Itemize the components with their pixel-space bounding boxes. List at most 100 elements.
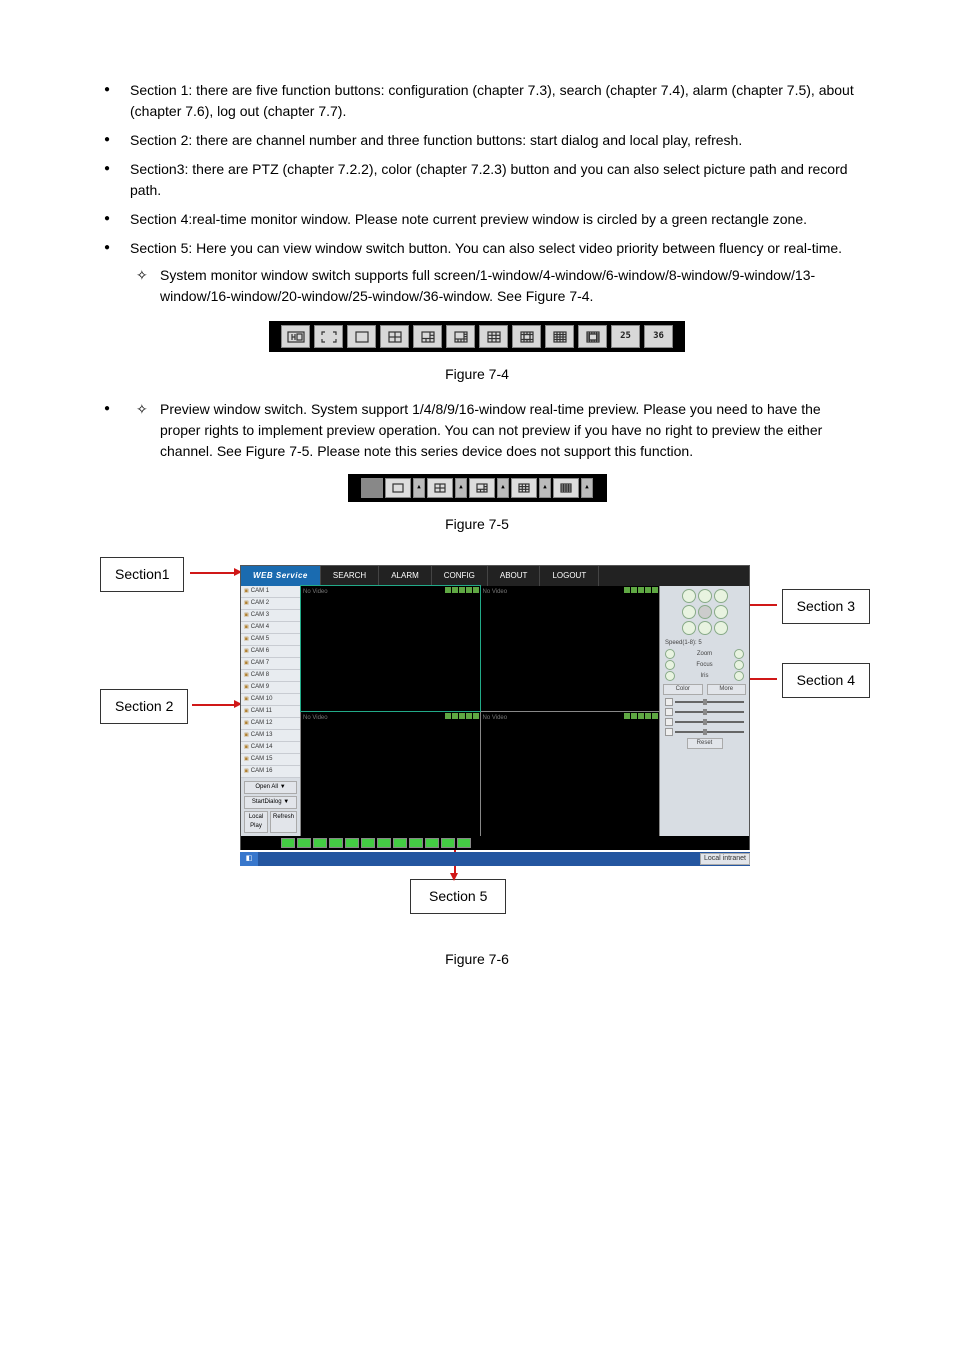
text: System monitor window switch supports fu…	[160, 267, 815, 304]
preview-1-button[interactable]	[385, 478, 411, 498]
cam-item-13[interactable]: CAM 13	[241, 730, 300, 742]
contrast-slider[interactable]	[675, 711, 744, 713]
start-button[interactable]: ◧	[240, 852, 258, 866]
tab-alarm[interactable]: ALARM	[379, 566, 432, 586]
cam-item-11[interactable]: CAM 11	[241, 706, 300, 718]
layout-20-button[interactable]	[578, 325, 607, 348]
label: 36	[653, 330, 664, 344]
ptz-center-button[interactable]	[698, 605, 712, 619]
hd-button[interactable]	[281, 325, 310, 348]
ptz-downright-button[interactable]	[714, 621, 728, 635]
brightness-slider[interactable]	[675, 701, 744, 703]
layout-4-button[interactable]	[380, 325, 409, 348]
cam-item-2[interactable]: CAM 2	[241, 598, 300, 610]
ptz-upleft-button[interactable]	[682, 589, 696, 603]
reset-button[interactable]: Reset	[687, 738, 723, 749]
text: Section 5: Here you can view window swit…	[130, 240, 842, 256]
speed-label: Speed(1-8): 5	[665, 639, 702, 648]
cam-item-4[interactable]: CAM 4	[241, 622, 300, 634]
layout-13-button[interactable]	[512, 325, 541, 348]
tab-config[interactable]: CONFIG	[432, 566, 488, 586]
video-pane-1[interactable]: No Video	[301, 586, 480, 711]
cam-item-6[interactable]: CAM 6	[241, 646, 300, 658]
iris-open-button[interactable]	[665, 671, 675, 681]
text: Section 4:real-time monitor window. Plea…	[130, 211, 807, 227]
bt-layout-9-button[interactable]	[377, 838, 391, 848]
dropdown-4-icon[interactable]: ▴	[455, 478, 467, 498]
cam-item-3[interactable]: CAM 3	[241, 610, 300, 622]
ptz-downleft-button[interactable]	[682, 621, 696, 635]
dropdown-16-icon[interactable]: ▴	[581, 478, 593, 498]
color-tab[interactable]: Color	[663, 684, 703, 695]
fullscreen-button[interactable]	[314, 325, 343, 348]
preview-9-button[interactable]	[511, 478, 537, 498]
dropdown-8-icon[interactable]: ▴	[497, 478, 509, 498]
saturation-slider[interactable]	[675, 721, 744, 723]
cam-item-15[interactable]: CAM 15	[241, 754, 300, 766]
bt-layout-25-button[interactable]	[441, 838, 455, 848]
hue-slider[interactable]	[675, 731, 744, 733]
cam-item-1[interactable]: CAM 1	[241, 586, 300, 598]
layout-8-button[interactable]	[446, 325, 475, 348]
zoom-out-button[interactable]	[734, 649, 744, 659]
preview-16-button[interactable]	[553, 478, 579, 498]
focus-in-button[interactable]	[665, 660, 675, 670]
cam-item-16[interactable]: CAM 16	[241, 766, 300, 778]
ptz-right-button[interactable]	[714, 605, 728, 619]
start-dialog-button[interactable]: StartDialog ▼	[244, 796, 297, 809]
bt-hd-button[interactable]	[281, 838, 295, 848]
preview-4-button[interactable]	[427, 478, 453, 498]
iris-close-button[interactable]	[734, 671, 744, 681]
windows-taskbar: ◧ Local intranet	[240, 852, 750, 866]
focus-out-button[interactable]	[734, 660, 744, 670]
bt-layout-16-button[interactable]	[409, 838, 423, 848]
dropdown-1-icon[interactable]: ▴	[413, 478, 425, 498]
cam-item-5[interactable]: CAM 5	[241, 634, 300, 646]
preview-8-button[interactable]	[469, 478, 495, 498]
layout-36-button[interactable]: 36	[644, 325, 673, 348]
tab-search[interactable]: SEARCH	[321, 566, 379, 586]
cam-item-8[interactable]: CAM 8	[241, 670, 300, 682]
open-all-button[interactable]: Open All ▼	[244, 781, 297, 794]
bt-layout-36-button[interactable]	[457, 838, 471, 848]
cam-item-7[interactable]: CAM 7	[241, 658, 300, 670]
right-control-panel: Speed(1-8): 5 Zoom Focus Iris Color More…	[659, 586, 749, 836]
layout-6-button[interactable]	[413, 325, 442, 348]
bullet-section5: Section 5: Here you can view window swit…	[130, 238, 854, 307]
layout-25-button[interactable]: 25	[611, 325, 640, 348]
zoom-label: Zoom	[697, 650, 712, 659]
tab-logout[interactable]: LOGOUT	[540, 566, 599, 586]
video-pane-2[interactable]: No Video	[481, 586, 660, 711]
bullet-section2: Section 2: there are channel number and …	[130, 130, 854, 151]
preview-toggle-button[interactable]	[361, 478, 383, 498]
bt-layout-6-button[interactable]	[345, 838, 359, 848]
tab-about[interactable]: ABOUT	[488, 566, 541, 586]
video-pane-3[interactable]: No Video	[301, 712, 480, 837]
window-switch-toolbar: 25 36	[269, 321, 685, 352]
refresh-button[interactable]: Refresh	[270, 811, 297, 833]
bt-layout-8-button[interactable]	[361, 838, 375, 848]
ptz-down-button[interactable]	[698, 621, 712, 635]
ptz-upright-button[interactable]	[714, 589, 728, 603]
layout-9-button[interactable]	[479, 325, 508, 348]
ptz-up-button[interactable]	[698, 589, 712, 603]
cam-item-10[interactable]: CAM 10	[241, 694, 300, 706]
bt-layout-20-button[interactable]	[425, 838, 439, 848]
local-play-button[interactable]: Local Play	[244, 811, 268, 833]
dropdown-9-icon[interactable]: ▴	[539, 478, 551, 498]
bt-fullscreen-button[interactable]	[297, 838, 311, 848]
cam-item-9[interactable]: CAM 9	[241, 682, 300, 694]
layout-1-button[interactable]	[347, 325, 376, 348]
layout-16-button[interactable]	[545, 325, 574, 348]
cam-item-14[interactable]: CAM 14	[241, 742, 300, 754]
zoom-in-button[interactable]	[665, 649, 675, 659]
bt-layout-4-button[interactable]	[329, 838, 343, 848]
cam-item-12[interactable]: CAM 12	[241, 718, 300, 730]
bt-layout-1-button[interactable]	[313, 838, 327, 848]
video-pane-4[interactable]: No Video	[481, 712, 660, 837]
cam-list: CAM 1CAM 2CAM 3CAM 4CAM 5CAM 6CAM 7CAM 8…	[241, 586, 300, 778]
bt-layout-13-button[interactable]	[393, 838, 407, 848]
more-tab[interactable]: More	[707, 684, 747, 695]
ptz-left-button[interactable]	[682, 605, 696, 619]
pane-status: No Video	[483, 589, 508, 595]
